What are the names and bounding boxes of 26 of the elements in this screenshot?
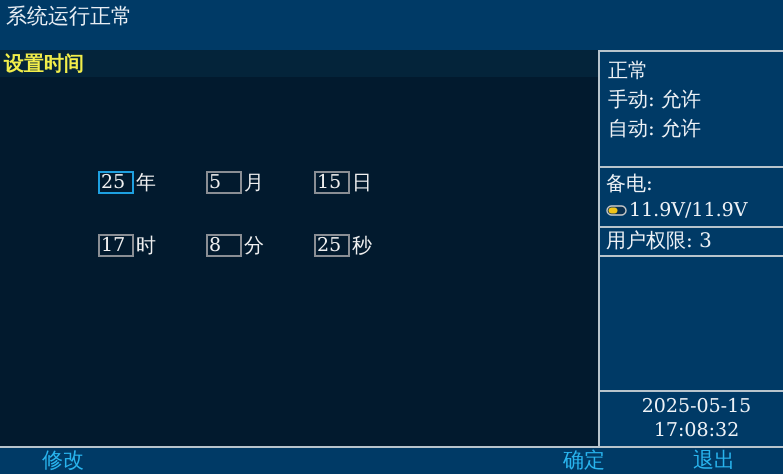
mode-text: 手动: 允许	[608, 86, 702, 113]
status-label: 正常	[608, 57, 649, 84]
input-field[interactable]: 25	[314, 234, 350, 257]
backup-label: 备电:	[606, 170, 654, 197]
battery-icon	[606, 205, 628, 216]
softkey[interactable]: 确定	[555, 448, 605, 472]
unit-label: 时	[136, 232, 156, 259]
softkey[interactable]: 退出	[675, 448, 735, 472]
status-text: 系统运行正常	[6, 4, 132, 28]
permission-text: 用户权限: 3	[606, 228, 713, 253]
unit-label: 秒	[352, 232, 372, 259]
unit-label: 月	[244, 169, 264, 196]
input-field[interactable]: 5	[206, 171, 242, 194]
input-field[interactable]: 15	[314, 171, 350, 194]
input-field[interactable]: 17	[98, 234, 134, 257]
unit-label: 分	[244, 232, 264, 259]
panel-title: 设置时间	[0, 50, 598, 77]
time-text: 17:08:32	[654, 418, 740, 442]
voltage-text: 11.9V/11.9V	[629, 198, 748, 223]
unit-label: 年	[136, 169, 156, 196]
mode-text: 自动: 允许	[608, 115, 702, 142]
input-field[interactable]: 8	[206, 234, 242, 257]
unit-label: 日	[352, 169, 372, 196]
input-field[interactable]: 25	[98, 171, 134, 194]
softkey[interactable]: 修改	[0, 448, 84, 472]
date-text: 2025-05-15	[642, 394, 752, 418]
